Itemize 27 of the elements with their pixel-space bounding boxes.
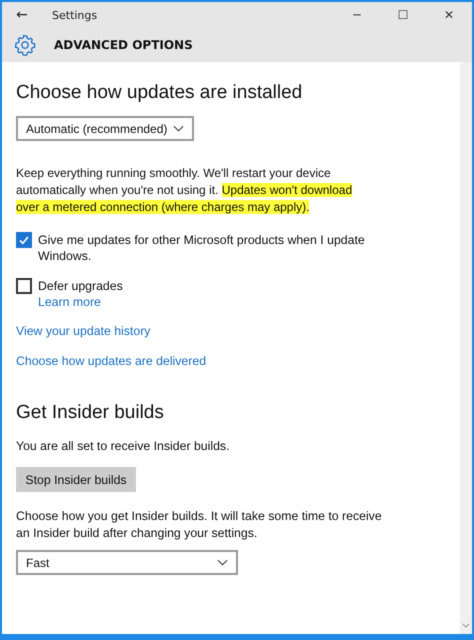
checkmark-icon xyxy=(18,234,30,246)
settings-icon xyxy=(14,34,36,56)
chevron-down-icon xyxy=(217,559,228,566)
scroll-down-icon[interactable] xyxy=(462,623,470,628)
status-text: You are all set to receive Insider builds. xyxy=(16,438,230,455)
link[interactable]: View your update history xyxy=(16,324,460,338)
checkbox-label: Defer upgrades xyxy=(38,278,124,294)
chevron-down-icon xyxy=(173,125,184,132)
description-text: Choose how you get Insider builds. It will take some time to receive an Insider build after changing your settings. xyxy=(16,508,383,542)
page-title: ADVANCED OPTIONS xyxy=(54,38,193,52)
description-text: Keep everything running smoothly. We'll restart your device automatically when you're not using it. Updates won't download over a metered connection (where charges may apply). xyxy=(16,165,354,216)
minimize-button[interactable]: ─ xyxy=(334,2,380,28)
learn-more-link[interactable]: Learn more xyxy=(38,294,378,310)
checkbox[interactable] xyxy=(16,278,32,294)
checkbox-label: Give me updates for other Microsoft products when I update Windows. xyxy=(38,232,366,264)
close-button[interactable]: ✕ xyxy=(426,2,472,28)
dropdown[interactable]: Fast xyxy=(16,550,238,575)
window-title: Settings xyxy=(52,8,98,22)
stop-insider-button[interactable]: Stop Insider builds xyxy=(16,467,136,492)
checkbox[interactable] xyxy=(16,232,32,248)
scrollbar[interactable] xyxy=(460,62,472,634)
dropdown[interactable]: Automatic (recommended) xyxy=(16,116,194,141)
section-heading: Choose how updates are installed xyxy=(16,82,304,104)
maximize-button[interactable]: ☐ xyxy=(380,2,426,28)
back-button[interactable]: ← xyxy=(2,7,42,23)
section-heading: Get Insider builds xyxy=(16,402,165,424)
link[interactable]: Choose how updates are delivered xyxy=(16,354,460,368)
